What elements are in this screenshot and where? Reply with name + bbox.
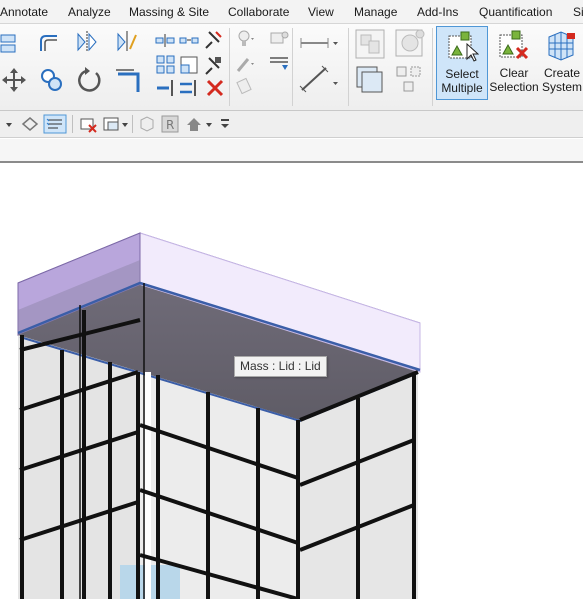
create-group-icon[interactable] [354,28,388,60]
brush-icon[interactable] [234,53,256,75]
rotate-icon[interactable] [76,66,104,94]
pin-toggle-icon[interactable] [78,114,98,134]
tab-massing-site[interactable]: Massing & Site [129,5,209,19]
create-system-button[interactable]: Create System [539,26,583,100]
drawing-canvas[interactable]: Mass : Lid : Lid [0,165,583,599]
options-separator [72,115,73,133]
create-assembly-icon[interactable] [354,64,388,96]
home-icon[interactable] [184,114,204,134]
select-multiple-icon [448,31,479,62]
mirror-draw-axis-icon[interactable] [116,30,138,52]
tab-quantification[interactable]: Quantification [479,5,552,19]
move-icon[interactable] [0,66,28,94]
trim-extend-corner-icon[interactable] [114,64,144,94]
trim-extend-single-icon[interactable] [155,77,177,99]
dropdown-arrow-icon[interactable] [0,114,14,134]
linework-icon[interactable] [268,52,290,74]
ribbon-separator [432,28,433,106]
clear-selection-icon [499,30,529,60]
svg-text:R: R [166,118,174,132]
delete-icon[interactable] [204,77,226,99]
paint-icon[interactable] [268,28,290,50]
dropdown-arrow-icon[interactable] [120,114,130,134]
clear-selection-button[interactable]: Clear Selection [488,26,540,100]
dropdown-arrow-icon[interactable] [204,114,214,134]
options-separator [132,115,133,133]
split-element-icon[interactable] [154,30,176,52]
ribbon-tab-bar: Annotate Analyze Massing & Site Collabor… [0,0,583,24]
selection-filter-icon[interactable] [43,114,67,134]
clear-selection-label: Clear Selection [489,66,539,94]
select-multiple-label: Select Multiple [441,67,483,95]
ribbon-separator [348,28,349,106]
aligned-dimension-icon[interactable] [298,64,340,94]
ribbon-panel: Select Multiple Clear Selection Create S… [0,24,583,111]
array-icon[interactable] [155,54,177,76]
unpin-icon[interactable] [203,28,225,50]
tab-annotate[interactable]: Annotate [0,5,48,19]
building-3d-view[interactable] [0,165,583,599]
align-icon[interactable] [0,32,22,54]
create-parts-icon[interactable] [394,28,428,60]
trim-extend-multiple-icon[interactable] [178,77,200,99]
lightbulb-icon[interactable] [234,28,256,50]
select-multiple-button[interactable]: Select Multiple [436,26,488,100]
properties-strip [0,139,583,163]
tab-add-ins[interactable]: Add-Ins [417,5,458,19]
demolish-icon[interactable] [234,76,256,98]
create-system-label: Create System [541,66,582,94]
pin-icon[interactable] [203,54,225,76]
options-bar: R [0,111,583,138]
tab-analyze[interactable]: Analyze [68,5,111,19]
split-with-gap-icon[interactable] [178,30,200,52]
element-tooltip: Mass : Lid : Lid [234,356,327,377]
scale-icon[interactable] [178,54,200,76]
create-system-icon [548,31,575,61]
tab-manage[interactable]: Manage [354,5,397,19]
visibility-filter-icon[interactable] [20,114,40,134]
tab-truncated[interactable]: Si [573,5,583,19]
create-similar-icon[interactable] [394,64,428,96]
measure-between-icon[interactable] [298,32,340,54]
tab-collaborate[interactable]: Collaborate [228,5,289,19]
cube-icon[interactable] [137,114,157,134]
ribbon-separator [229,28,230,106]
customize-toolbar-icon[interactable] [218,114,232,134]
tab-view[interactable]: View [308,5,334,19]
offset-icon[interactable] [38,32,60,54]
window-select-icon[interactable] [102,114,122,134]
render-icon[interactable]: R [160,114,180,134]
mirror-pick-axis-icon[interactable] [76,30,98,52]
copy-icon[interactable] [38,66,66,94]
ribbon-separator [292,28,293,106]
